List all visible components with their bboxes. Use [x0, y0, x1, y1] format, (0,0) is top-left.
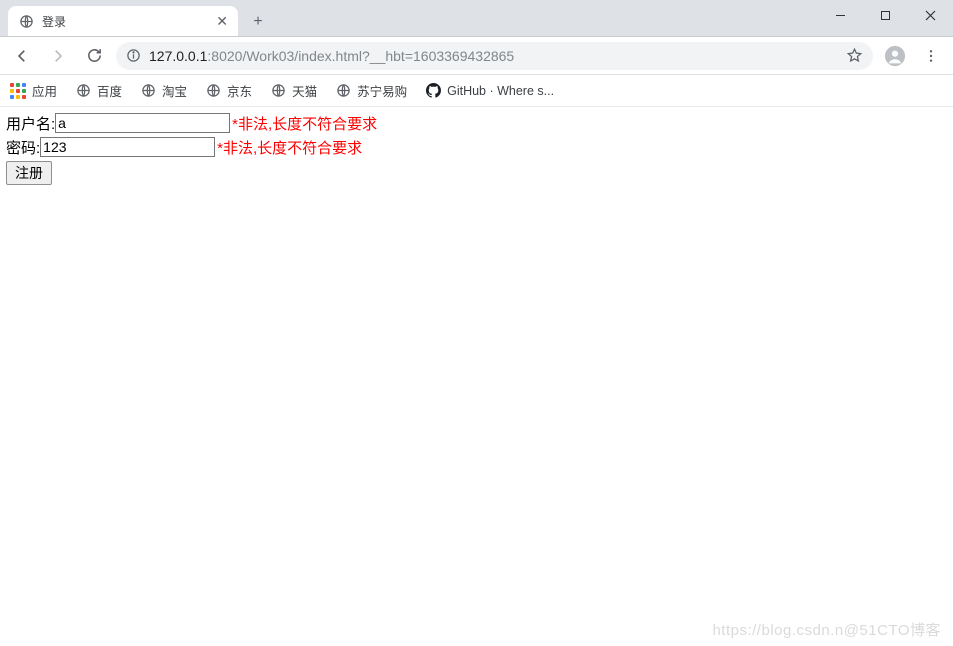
globe-icon [335, 83, 351, 99]
watermark: https://blog.csdn.n@51CTO博客 [712, 619, 941, 640]
back-button[interactable] [8, 42, 36, 70]
reload-button[interactable] [80, 42, 108, 70]
apps-shortcut[interactable]: 应用 [10, 81, 57, 100]
bookmark-item[interactable]: 天猫 [270, 81, 317, 100]
globe-icon [270, 83, 286, 99]
password-label: 密码: [6, 137, 40, 158]
bookmark-label: 天猫 [292, 81, 317, 100]
url-path: /Work03/index.html?__hbt=1603369432865 [242, 48, 514, 64]
username-row: 用户名: *非法,长度不符合要求 [6, 111, 947, 135]
bookmark-label: 淘宝 [162, 81, 187, 100]
forward-button[interactable] [44, 42, 72, 70]
maximize-button[interactable] [863, 0, 908, 30]
profile-button[interactable] [881, 42, 909, 70]
url-port: :8020 [207, 48, 242, 64]
address-bar[interactable]: 127.0.0.1:8020/Work03/index.html?__hbt=1… [116, 42, 873, 70]
bookmark-item[interactable]: 苏宁易购 [335, 81, 407, 100]
username-input[interactable] [55, 113, 230, 133]
globe-icon [75, 83, 91, 99]
bookmark-label: 京东 [227, 81, 252, 100]
github-icon [425, 83, 441, 99]
close-window-button[interactable] [908, 0, 953, 30]
browser-toolbar: 127.0.0.1:8020/Work03/index.html?__hbt=1… [0, 37, 953, 75]
tab-title: 登录 [42, 13, 208, 30]
bookmark-item-github[interactable]: GitHub · Where s... [425, 83, 554, 99]
apps-label: 应用 [32, 81, 57, 100]
new-tab-button[interactable]: + [244, 8, 272, 36]
page-body: 用户名: *非法,长度不符合要求 密码: *非法,长度不符合要求 注册 [0, 107, 953, 189]
menu-button[interactable] [917, 42, 945, 70]
password-error: *非法,长度不符合要求 [217, 137, 362, 158]
info-icon[interactable] [126, 48, 141, 63]
password-row: 密码: *非法,长度不符合要求 [6, 135, 947, 159]
username-error: *非法,长度不符合要求 [232, 113, 377, 134]
bookmark-label: 百度 [97, 81, 122, 100]
apps-grid-icon [10, 83, 26, 99]
url-host: 127.0.0.1 [149, 48, 207, 64]
globe-icon [140, 83, 156, 99]
bookmark-item[interactable]: 淘宝 [140, 81, 187, 100]
globe-icon [18, 13, 34, 29]
browser-tab[interactable]: 登录 ✕ [8, 6, 238, 36]
bookmarks-bar: 应用 百度 淘宝 京东 天猫 苏宁易购 GitHub · Where s... [0, 75, 953, 107]
url-text: 127.0.0.1:8020/Work03/index.html?__hbt=1… [149, 48, 838, 64]
minimize-button[interactable] [818, 0, 863, 30]
bookmark-item[interactable]: 百度 [75, 81, 122, 100]
browser-chrome: 登录 ✕ + [0, 0, 953, 37]
register-button[interactable]: 注册 [6, 161, 52, 185]
globe-icon [205, 83, 221, 99]
username-label: 用户名: [6, 113, 55, 134]
close-tab-icon[interactable]: ✕ [216, 13, 228, 30]
password-input[interactable] [40, 137, 215, 157]
tab-strip: 登录 ✕ + [0, 0, 953, 36]
bookmark-label: 苏宁易购 [357, 81, 407, 100]
window-controls [818, 0, 953, 30]
bookmark-label: GitHub · Where s... [447, 84, 554, 98]
star-icon[interactable] [846, 47, 863, 64]
bookmark-item[interactable]: 京东 [205, 81, 252, 100]
